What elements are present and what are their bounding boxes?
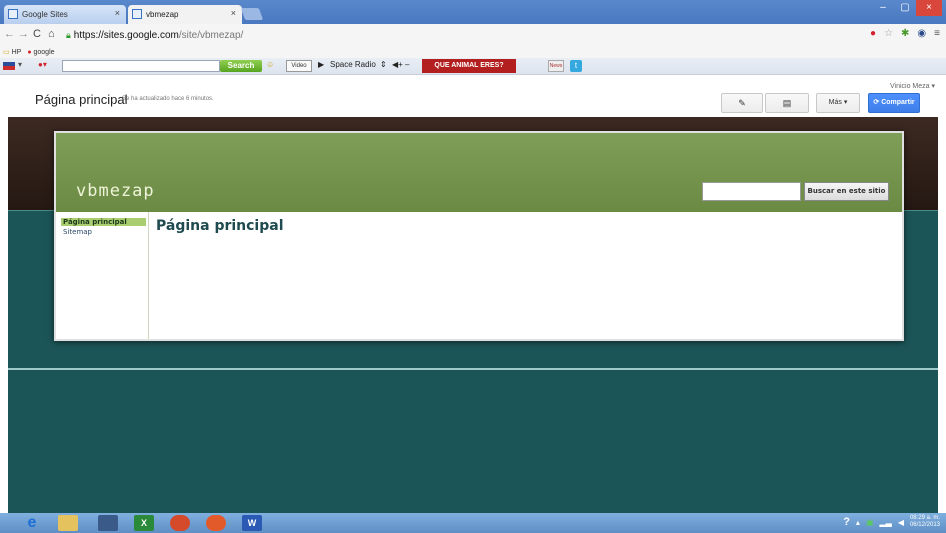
- extension-green-icon[interactable]: ✱: [901, 28, 909, 39]
- site-search-input[interactable]: [702, 182, 801, 201]
- sidebar-item-pagina-principal[interactable]: Página principal: [61, 218, 146, 226]
- word-icon[interactable]: W: [242, 515, 262, 531]
- share-icon: ⟳: [873, 99, 880, 106]
- clock-time: 08:29 a. m.: [909, 515, 940, 521]
- media-icon[interactable]: [98, 515, 118, 531]
- extension-icons: ● ☆ ✱ ◉ ≡: [870, 28, 940, 39]
- forward-arrow-icon[interactable]: →: [18, 28, 29, 40]
- back-arrow-icon[interactable]: ←: [4, 28, 15, 40]
- news-button[interactable]: News: [548, 60, 564, 72]
- bookmark-google[interactable]: ● google: [27, 49, 54, 56]
- tab-google-sites[interactable]: Google Sites ×: [4, 5, 126, 24]
- site-name[interactable]: vbmezap: [76, 181, 155, 201]
- close-window-button[interactable]: ×: [916, 0, 942, 16]
- tab-close-icon[interactable]: ×: [231, 8, 236, 18]
- screen: Google Sites × vbmezap × – ▢ × ← → C ⌂ 🔒…: [0, 0, 946, 533]
- tray-arrow-icon[interactable]: ▴: [856, 518, 860, 527]
- file-explorer-icon[interactable]: [58, 515, 78, 531]
- bookmarks-bar: ▭ HP ● google: [0, 46, 946, 58]
- folder-icon: ▭: [3, 49, 10, 56]
- bookmark-star-icon[interactable]: ☆: [884, 28, 893, 39]
- clock[interactable]: 08:29 a. m. 06/12/2013: [910, 515, 940, 529]
- url-input[interactable]: 🔒︎ https://sites.google.com /site/vbmeza…: [66, 27, 856, 43]
- site-header-banner: vbmezap Buscar en este sitio: [56, 133, 902, 212]
- extension-red-icon[interactable]: ●: [870, 28, 876, 39]
- edit-page-button[interactable]: ✎: [721, 93, 763, 113]
- share-label: Compartir: [881, 99, 915, 106]
- home-icon[interactable]: ⌂: [48, 28, 55, 40]
- sidebar-item-sitemap[interactable]: Sitemap: [61, 228, 146, 236]
- radio-dropdown-icon[interactable]: ⇕: [380, 60, 387, 69]
- browser-tab-strip: Google Sites × vbmezap × – ▢ ×: [0, 0, 946, 24]
- url-path: /site/vbmezap/: [178, 29, 244, 41]
- divider-line: [8, 368, 938, 370]
- tab-close-icon[interactable]: ×: [115, 8, 120, 18]
- system-tray: ? ▴ ▣ ▂▃ ◀ 08:29 a. m. 06/12/2013: [843, 515, 940, 529]
- clock-date: 06/12/2013: [909, 522, 940, 528]
- site-panel: vbmezap Buscar en este sitio Página prin…: [54, 131, 904, 341]
- menu-icon[interactable]: ≡: [934, 28, 940, 39]
- browser-toolbar-extension: ▾ ●▾ Search ☺ Video ▶ Space Radio ⇕ ◀+ –…: [0, 58, 946, 75]
- internet-explorer-icon[interactable]: e: [22, 515, 42, 531]
- chrome-icon[interactable]: [170, 515, 190, 531]
- address-bar-row: ← → C ⌂ 🔒︎ https://sites.google.com /sit…: [0, 24, 946, 46]
- toolbar-search-input[interactable]: [62, 60, 220, 72]
- dropdown-arrow-icon[interactable]: ▾: [18, 60, 22, 69]
- toolbar-search-button[interactable]: Search: [220, 60, 262, 72]
- play-icon[interactable]: ▶: [318, 60, 324, 69]
- toolbar-smiley-icon[interactable]: ☺: [266, 60, 274, 69]
- bookmark-hp[interactable]: ▭ HP: [3, 48, 21, 56]
- reload-icon[interactable]: C: [33, 28, 41, 40]
- more-actions-button[interactable]: Más ▾: [816, 93, 860, 113]
- speaker-icon[interactable]: ◀: [898, 518, 904, 527]
- excel-icon[interactable]: X: [134, 515, 154, 531]
- site-sidebar: Página principal Sitemap: [56, 212, 149, 339]
- tab-vbmezap[interactable]: vbmezap ×: [128, 5, 242, 24]
- minimize-button[interactable]: –: [872, 0, 894, 16]
- new-page-icon: ▤: [782, 98, 792, 108]
- browser-icon[interactable]: [206, 515, 226, 531]
- space-radio-label[interactable]: Space Radio: [330, 60, 376, 69]
- network-icon[interactable]: ▣: [866, 518, 874, 527]
- last-updated-text: Se ha actualizado hace 6 minutos.: [122, 96, 214, 102]
- toolbar-logo-icon[interactable]: ●▾: [38, 60, 47, 69]
- share-button[interactable]: ⟳ Compartir: [868, 93, 920, 113]
- windows-taskbar: e X W ? ▴ ▣ ▂▃ ◀ 08:29 a. m. 06/12/2013: [0, 513, 946, 533]
- tab-label: vbmezap: [146, 10, 179, 19]
- tab-label: Google Sites: [22, 10, 68, 19]
- video-button[interactable]: Video: [286, 60, 312, 72]
- sites-header: Página principal Se ha actualizado hace …: [0, 75, 946, 117]
- account-menu[interactable]: Vinicio Meza ▾: [890, 82, 935, 90]
- window-controls: – ▢ ×: [872, 0, 942, 16]
- page-title: Página principal: [35, 92, 128, 107]
- new-page-button[interactable]: ▤: [765, 93, 809, 113]
- flag-icon[interactable]: [3, 62, 15, 70]
- signal-icon[interactable]: ▂▃: [880, 518, 892, 527]
- new-tab-button[interactable]: [240, 8, 264, 20]
- google-sites-favicon-icon: [8, 9, 18, 19]
- volume-control[interactable]: ◀+ –: [392, 60, 410, 69]
- twitter-icon[interactable]: t: [570, 60, 582, 72]
- extension-blue-icon[interactable]: ◉: [917, 28, 926, 39]
- help-icon[interactable]: ?: [843, 516, 850, 528]
- lock-icon: 🔒︎: [66, 29, 71, 40]
- pencil-icon: ✎: [738, 98, 746, 108]
- maximize-button[interactable]: ▢: [894, 0, 916, 16]
- content-title: Página principal: [156, 218, 284, 234]
- animal-banner-button[interactable]: QUE ANIMAL ERES?: [422, 59, 516, 73]
- google-sites-favicon-icon: [132, 9, 142, 19]
- url-host: https://sites.google.com: [73, 29, 179, 41]
- site-search-button[interactable]: Buscar en este sitio: [804, 182, 889, 201]
- google-bookmark-icon: ●: [27, 48, 32, 56]
